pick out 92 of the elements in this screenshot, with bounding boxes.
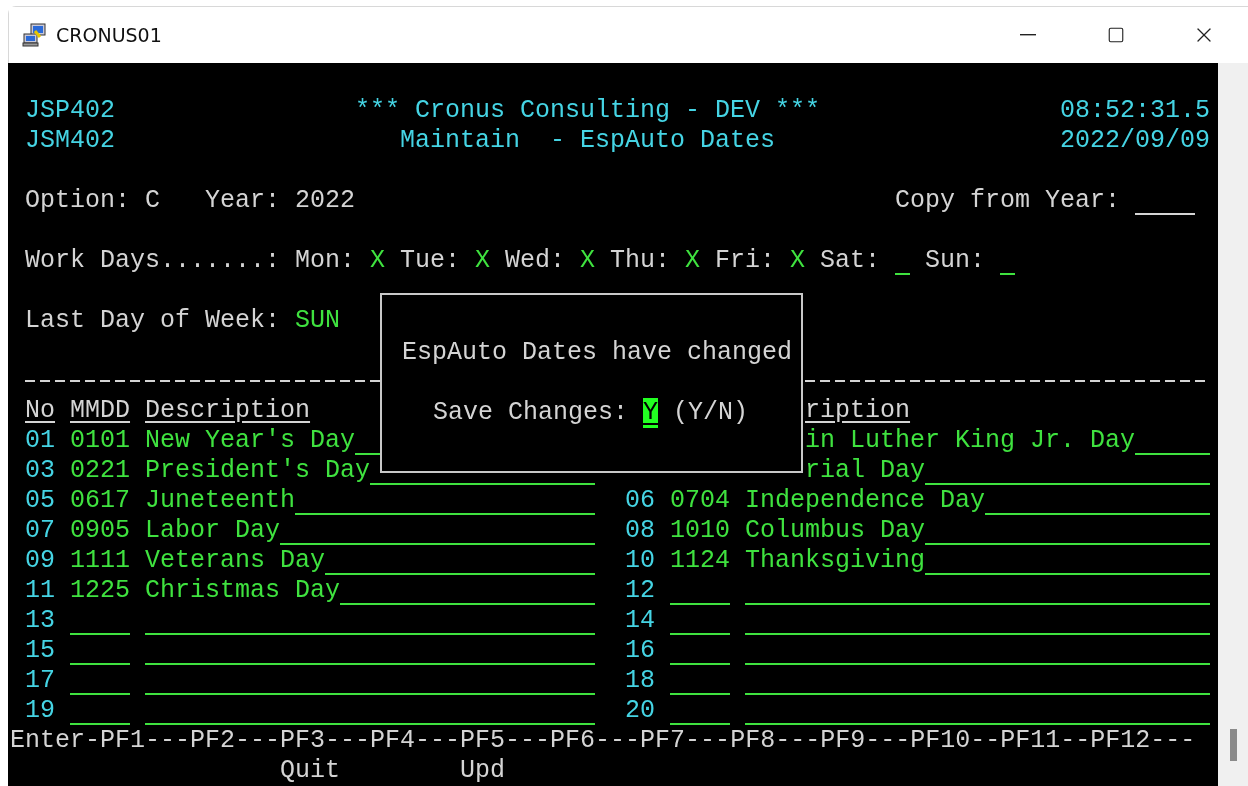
- day-label: Mon:: [295, 246, 355, 276]
- day-label: Fri:: [715, 246, 775, 276]
- row-number: 08: [625, 516, 655, 546]
- column-header: MMDD: [70, 396, 130, 426]
- column-header: ription: [805, 396, 910, 426]
- function-key-text: PF9---: [820, 726, 911, 756]
- date-field[interactable]: 0905: [70, 516, 130, 546]
- date-field[interactable]: 0101: [70, 426, 130, 456]
- column-header: No: [25, 396, 55, 426]
- function-key-text: PF1---: [100, 726, 191, 756]
- function-key-text: PF6---: [550, 726, 641, 756]
- day-label: Sat:: [820, 246, 880, 276]
- year-value: 2022: [295, 186, 355, 216]
- day-label: Thu:: [610, 246, 670, 276]
- description-field[interactable]: Independence Day: [745, 486, 1210, 516]
- function-key-text: PF11--: [1000, 726, 1091, 756]
- function-key-text: PF12---: [1090, 726, 1196, 756]
- row-number: 05: [25, 486, 55, 516]
- row-number: 01: [25, 426, 55, 456]
- work-days-label: Work Days.......:: [25, 246, 280, 276]
- program-id: JSP402: [25, 96, 115, 126]
- row-number: 20: [625, 696, 655, 726]
- date-text: 2022/09/09: [1060, 126, 1210, 156]
- function-key-text: PF3---: [280, 726, 371, 756]
- answer-choices: (Y/N): [673, 398, 749, 428]
- description-field[interactable]: President's Day: [145, 456, 595, 486]
- function-key-text: PF7---: [640, 726, 731, 756]
- row-number: 03: [25, 456, 55, 486]
- description-field[interactable]: New Year's Day: [145, 426, 595, 456]
- day-label: Sun:: [925, 246, 985, 276]
- function-key-label: Quit: [280, 756, 341, 786]
- function-key-text: PF8---: [730, 726, 821, 756]
- description-field[interactable]: Thanksgiving: [745, 546, 1210, 576]
- computer-icon: [22, 22, 48, 48]
- function-key-text: PF2---: [190, 726, 281, 756]
- description-field[interactable]: rial Day: [805, 456, 1210, 486]
- banner-text: *** Cronus Consulting - DEV ***: [355, 96, 820, 126]
- row-number: 17: [25, 666, 55, 696]
- work-day-field[interactable]: X: [580, 246, 595, 276]
- window-title: CRONUS01: [56, 24, 163, 46]
- minimize-icon: [1020, 34, 1036, 36]
- work-day-field[interactable]: X: [475, 246, 490, 276]
- copy-year-label: Copy from Year:: [895, 186, 1120, 216]
- description-field[interactable]: Christmas Day: [145, 576, 595, 606]
- function-key-label: Upd: [460, 756, 506, 786]
- row-number: 19: [25, 696, 55, 726]
- option-value: C: [145, 186, 160, 216]
- row-number: 07: [25, 516, 55, 546]
- row-number: 06: [625, 486, 655, 516]
- date-field[interactable]: 0704: [670, 486, 730, 516]
- date-field[interactable]: 1010: [670, 516, 730, 546]
- time-text: 08:52:31.5: [1060, 96, 1210, 126]
- column-header: Description: [145, 396, 310, 426]
- row-number: 09: [25, 546, 55, 576]
- date-field[interactable]: 0617: [70, 486, 130, 516]
- function-key-text: PF5---: [460, 726, 551, 756]
- date-field[interactable]: 1111: [70, 546, 130, 576]
- row-number: 16: [625, 636, 655, 666]
- description-field[interactable]: Columbus Day: [745, 516, 1210, 546]
- description-field[interactable]: in Luther King Jr. Day: [805, 426, 1210, 456]
- description-field[interactable]: Juneteenth: [145, 486, 595, 516]
- description-field[interactable]: Veterans Day: [145, 546, 595, 576]
- answer-field[interactable]: Y: [643, 398, 659, 428]
- date-field[interactable]: 0221: [70, 456, 130, 486]
- row-number: 15: [25, 636, 55, 666]
- function-key-text: PF4---: [370, 726, 461, 756]
- map-id: JSM402: [25, 126, 115, 156]
- description-field[interactable]: Labor Day: [145, 516, 595, 546]
- row-number: 11: [25, 576, 55, 606]
- day-label: Tue:: [400, 246, 460, 276]
- dialog-message: EspAuto Dates have changed: [402, 338, 793, 368]
- row-number: 14: [625, 606, 655, 636]
- year-label: Year:: [205, 186, 280, 216]
- row-number: 18: [625, 666, 655, 696]
- function-key-text: PF10--: [910, 726, 1001, 756]
- scrollbar-thumb[interactable]: [1229, 729, 1237, 761]
- row-number: 13: [25, 606, 55, 636]
- work-day-field[interactable]: X: [790, 246, 805, 276]
- screen-title: Maintain - EspAuto Dates: [400, 126, 775, 156]
- date-field[interactable]: 1225: [70, 576, 130, 606]
- last-day-label: Last Day of Week:: [25, 306, 280, 336]
- work-day-field[interactable]: X: [685, 246, 700, 276]
- row-number: 10: [625, 546, 655, 576]
- last-day-value: SUN: [295, 306, 340, 336]
- work-day-field[interactable]: X: [370, 246, 385, 276]
- function-key-text: Enter-: [10, 726, 100, 756]
- day-label: Wed:: [505, 246, 565, 276]
- save-prompt: Save Changes:: [433, 398, 629, 428]
- option-label: Option:: [25, 186, 130, 216]
- maximize-icon: [1107, 26, 1125, 44]
- row-number: 12: [625, 576, 655, 606]
- date-field[interactable]: 1124: [670, 546, 730, 576]
